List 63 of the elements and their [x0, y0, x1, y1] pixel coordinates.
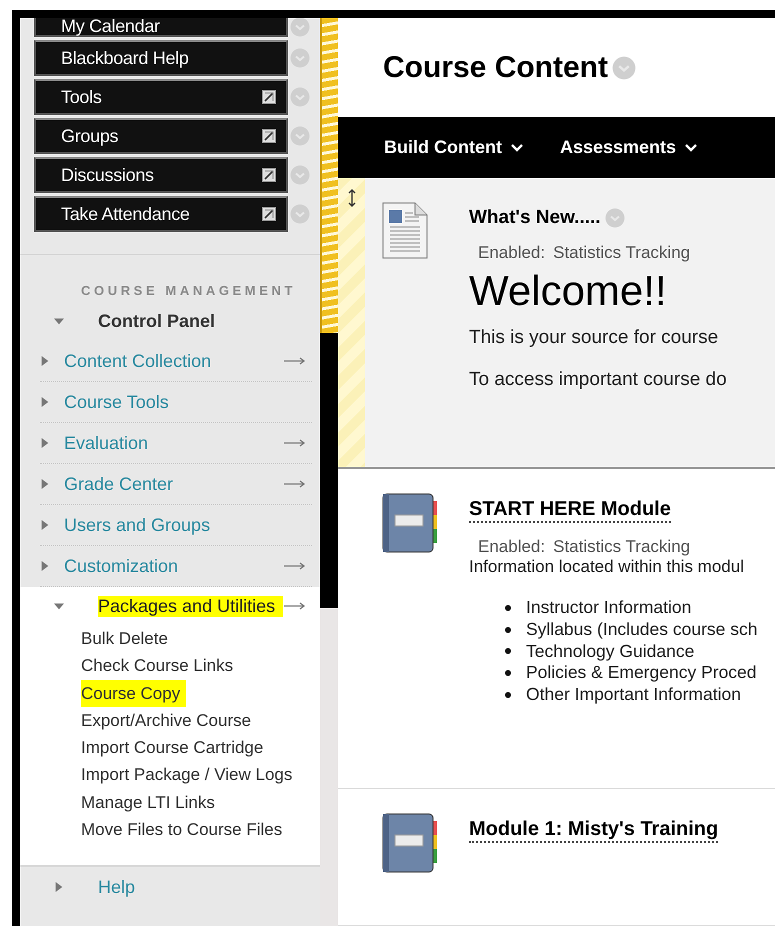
arrow-right-icon[interactable] — [284, 439, 306, 447]
drag-handle-icon[interactable] — [348, 188, 356, 208]
caret-right-icon[interactable] — [40, 560, 50, 572]
toolbar-menu-button[interactable]: Build Content — [384, 137, 524, 158]
menu-link[interactable]: Packages and Utilities — [98, 596, 284, 616]
bullet-icon — [505, 648, 511, 654]
list-item: Syllabus (Includes course sch — [526, 619, 758, 640]
chevron-down-icon[interactable] — [510, 142, 524, 152]
enabled-value: Statistics Tracking — [553, 537, 690, 557]
submenu-link[interactable]: Export/Archive Course — [81, 706, 252, 734]
submenu-link[interactable]: Import Package / View Logs — [81, 761, 292, 789]
toolbar-menu-button[interactable]: Assessments — [560, 137, 698, 158]
enabled-label: Enabled: — [478, 243, 546, 263]
course-menu-button[interactable]: My Calendar — [34, 18, 288, 37]
caret-right-icon[interactable] — [40, 478, 50, 490]
enabled-value: Statistics Tracking — [553, 243, 690, 263]
list-item: Technology Guidance — [526, 640, 694, 662]
edit-icon[interactable] — [262, 90, 276, 104]
caret-right-icon[interactable] — [40, 355, 50, 367]
edit-icon[interactable] — [262, 207, 276, 221]
chevron-down-icon[interactable] — [684, 142, 698, 152]
bullet-icon — [505, 626, 511, 633]
bullet-icon — [505, 604, 511, 611]
body-text: To access important course do — [469, 369, 728, 391]
submenu-link[interactable]: Move Files to Course Files — [81, 816, 282, 844]
submenu-link[interactable]: Import Course Cartridge — [81, 734, 264, 762]
bullet-icon — [505, 692, 511, 698]
edit-icon[interactable] — [262, 168, 276, 182]
course-menu-button[interactable]: Blackboard Help — [34, 40, 288, 76]
menu-heading[interactable]: Control Panel — [98, 310, 216, 332]
course-menu-button[interactable]: Groups — [34, 118, 288, 154]
submenu-link[interactable]: Course Copy — [81, 680, 186, 707]
item-title: What's New..... — [469, 207, 601, 229]
item-title[interactable]: Module 1: Misty's Training — [469, 818, 718, 843]
page-title: Course Content — [383, 50, 608, 84]
binder-icon — [382, 493, 438, 553]
caret-right-icon[interactable] — [54, 881, 64, 894]
submenu-link[interactable]: Bulk Delete — [81, 625, 168, 652]
binder-icon — [382, 813, 438, 873]
list-item: Policies & Emergency Proced — [526, 662, 757, 684]
arrow-right-icon[interactable] — [284, 562, 306, 570]
bullet-icon — [505, 670, 511, 676]
caret-right-icon[interactable] — [40, 437, 50, 449]
list-item: Other Important Information — [526, 684, 741, 706]
caret-right-icon[interactable] — [40, 396, 50, 408]
course-menu-button[interactable]: Tools — [34, 79, 288, 115]
arrow-right-icon[interactable] — [284, 357, 306, 365]
arrow-right-icon[interactable] — [284, 480, 306, 488]
course-menu-button[interactable]: Discussions — [34, 157, 288, 193]
welcome-heading: Welcome!! — [469, 267, 668, 315]
document-icon — [382, 202, 428, 259]
body-text: Information located within this modul — [469, 557, 745, 577]
enabled-label: Enabled: — [478, 537, 546, 557]
edit-icon[interactable] — [262, 129, 276, 143]
section-heading: COURSE MANAGEMENT — [80, 282, 298, 300]
item-title[interactable]: START HERE Module — [469, 498, 671, 523]
arrow-right-icon[interactable] — [284, 602, 306, 610]
submenu-link[interactable]: Manage LTI Links — [81, 788, 215, 816]
body-text: This is your source for course — [469, 327, 720, 349]
submenu-link[interactable]: Check Course Links — [81, 652, 234, 680]
list-item: Instructor Information — [526, 597, 692, 618]
caret-right-icon[interactable] — [40, 519, 50, 531]
course-menu-button[interactable]: Take Attendance — [34, 196, 288, 232]
